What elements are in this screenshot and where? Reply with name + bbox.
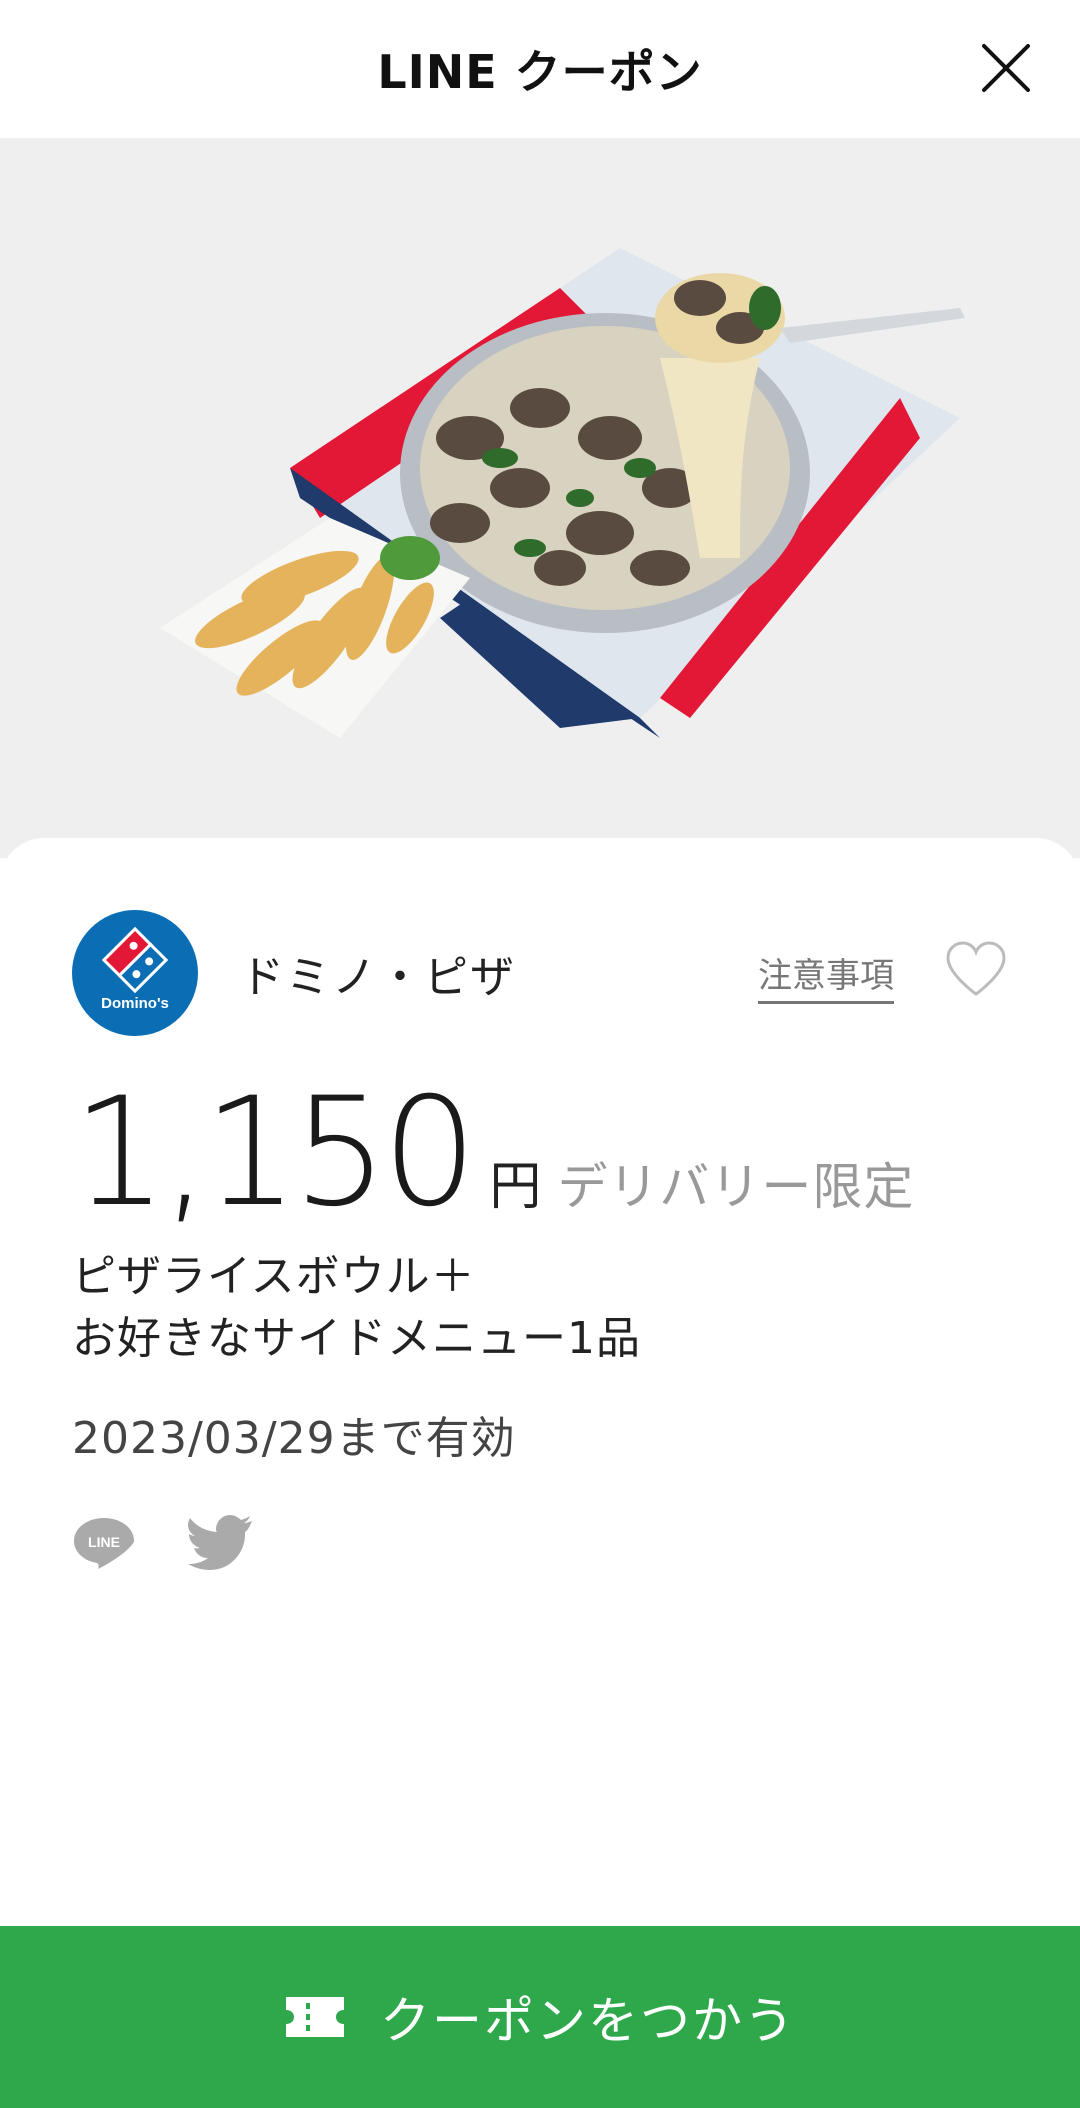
header-bar: LINE クーポン bbox=[0, 0, 1080, 138]
twitter-share-icon[interactable] bbox=[188, 1514, 254, 1570]
dominos-logo-icon: Domino's bbox=[101, 926, 169, 1012]
valid-until: 2023/03/29まで有効 bbox=[72, 1413, 516, 1464]
price-value: 1,150 bbox=[72, 1066, 477, 1240]
notes-link[interactable]: 注意事項 bbox=[758, 948, 894, 1004]
close-icon bbox=[982, 44, 1030, 92]
coupon-card: Domino's ドミノ・ピザ 注意事項 1,150 円 デリバリー限定 ピザラ… bbox=[0, 838, 1080, 1928]
logo-text: Domino's bbox=[101, 995, 169, 1012]
heart-icon bbox=[946, 941, 1006, 996]
description-line-1: ピザライスボウル＋ bbox=[72, 1251, 476, 1302]
favorite-button[interactable] bbox=[944, 940, 1008, 998]
store-name: ドミノ・ピザ bbox=[240, 952, 516, 1003]
price-row: 1,150 円 デリバリー限定 bbox=[72, 1078, 914, 1228]
price-currency: 円 bbox=[489, 1157, 542, 1217]
product-image bbox=[0, 138, 1080, 858]
line-share-icon[interactable]: LINE bbox=[72, 1514, 136, 1570]
coupon-description: ピザライスボウル＋ お好きなサイドメニュー1品 bbox=[72, 1246, 641, 1370]
ticket-icon bbox=[286, 1997, 344, 2037]
header-title: LINE クーポン bbox=[377, 45, 703, 99]
use-coupon-label: クーポンをつかう bbox=[380, 1992, 796, 2050]
share-row: LINE bbox=[72, 1514, 254, 1570]
store-row: Domino's ドミノ・ピザ 注意事項 bbox=[72, 910, 1008, 1036]
line-share-text: LINE bbox=[88, 1534, 120, 1550]
close-button[interactable] bbox=[976, 38, 1036, 98]
use-coupon-button[interactable]: クーポンをつかう bbox=[0, 1926, 1080, 2108]
pizza-rice-bowl-photo bbox=[160, 248, 965, 738]
dominos-logo: Domino's bbox=[72, 910, 198, 1036]
delivery-limit-label: デリバリー限定 bbox=[557, 1158, 915, 1216]
description-line-2: お好きなサイドメニュー1品 bbox=[72, 1313, 641, 1364]
